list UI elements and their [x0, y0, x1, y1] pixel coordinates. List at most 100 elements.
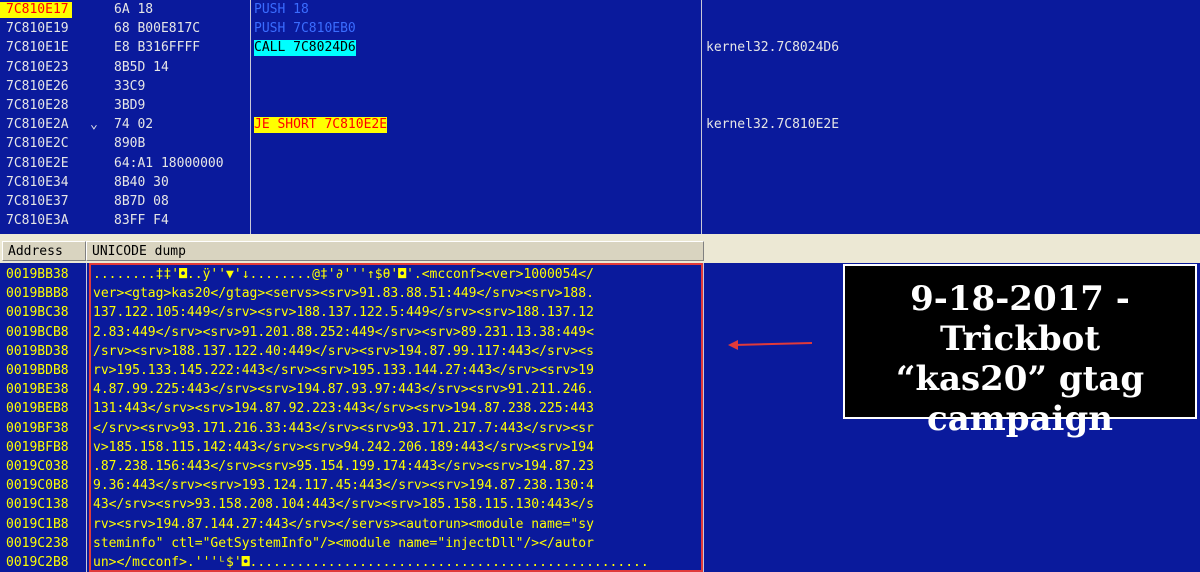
dump-text: 137.122.105:449</srv><srv>188.137.122.5:… [93, 305, 594, 321]
instruction-bytes: 6A 18 [114, 2, 154, 17]
instruction-bytes: 8B7D 08 [114, 194, 169, 209]
dump-text: ........‡‡'◘..ÿ''▼'↓........@‡'∂'''↑$θ'◘… [93, 267, 594, 282]
instruction-address: 7C810E17 [0, 2, 72, 18]
disasm-row[interactable]: 7C810E28 3BD9 [0, 98, 1200, 114]
dump-text: /srv><srv>188.137.122.40:449</srv><srv>1… [93, 343, 594, 359]
dump-row[interactable]: 0019C1B8 rv><srv>194.87.144.27:443</srv><… [0, 516, 704, 534]
dump-address: 0019C038 [6, 459, 69, 474]
instruction-mnemonic: PUSH 18 [254, 2, 309, 17]
annotation-line-1: 9-18-2017 - Trickbot [910, 279, 1130, 359]
instruction-address: 7C810E2C [6, 136, 69, 152]
arrow-icon [728, 340, 813, 350]
instruction-address: 7C810E1E [6, 40, 69, 56]
disasm-row[interactable]: 7C810E3A 83FF F4 [0, 213, 1200, 229]
dump-row[interactable]: 0019BDB8 rv>195.133.145.222:443</srv><srv… [0, 362, 704, 380]
disassembly-pane[interactable]: 7C810E17 6A 18 PUSH 18 7C810E19 68 B00E817C P… [0, 0, 1200, 234]
instruction-bytes: 64:A1 18000000 [114, 155, 224, 171]
disasm-row[interactable]: 7C810E23 8B5D 14 [0, 60, 1200, 76]
instruction-address: 7C810E3A [6, 213, 69, 229]
dump-row[interactable]: 0019C2B8 un></mcconf>.'''ᴸ$'◘............… [0, 554, 704, 572]
instruction-address: 7C810E19 [6, 21, 69, 37]
dump-text: steminfo" ctl="GetSystemInfo"/><module n… [93, 535, 594, 551]
disasm-row[interactable]: 7C810E37 8B7D 08 [0, 194, 1200, 210]
disasm-row[interactable]: 7C810E1E E8 B316FFFF CALL 7C8024D6 kernel32… [0, 40, 1200, 56]
disasm-row[interactable]: 7C810E19 68 B00E817C PUSH 7C810EB0 [0, 21, 1200, 37]
dump-row[interactable]: 0019BC38 137.122.105:449</srv><srv>188.13… [0, 304, 704, 322]
disasm-row[interactable]: 7C810E2C 890B [0, 136, 1200, 152]
dump-address: 0019BD38 [6, 343, 69, 359]
dump-address: 0019C1B8 [6, 516, 69, 532]
dump-address: 0019BEB8 [6, 401, 69, 417]
instruction-address: 7C810E2E [6, 155, 69, 171]
disasm-row[interactable]: 7C810E2E 64:A1 18000000 [0, 156, 1200, 172]
dump-address: 0019BCB8 [6, 324, 69, 340]
instruction-bytes: E8 B316FFFF [114, 40, 201, 56]
dump-text: rv>195.133.145.222:443</srv><srv>195.133… [93, 363, 594, 378]
instruction-address: 7C810E37 [6, 194, 69, 209]
dump-address: 0019BC38 [6, 305, 69, 321]
dump-text: 9.36:443</srv><srv>193.124.117.45:443</s… [93, 478, 594, 494]
dump-row[interactable]: 0019BB38 ........‡‡'◘..ÿ''▼'↓........@‡'∂… [0, 266, 704, 284]
dump-address: 0019C2B8 [6, 555, 69, 570]
dump-text: rv><srv>194.87.144.27:443</srv></servs><… [93, 516, 594, 532]
dump-row[interactable]: 0019C038 .87.238.156:443</srv><srv>95.154… [0, 458, 704, 476]
dump-text: un></mcconf>.'''ᴸ$'◘....................… [93, 555, 649, 570]
instruction-address: 7C810E23 [6, 59, 69, 75]
dump-text: .87.238.156:443</srv><srv>95.154.199.174… [93, 459, 594, 474]
disasm-row[interactable]: 7C810E34 8B40 30 [0, 175, 1200, 191]
dump-address: 0019BB38 [6, 267, 69, 282]
disasm-row[interactable]: 7C810E17 6A 18 PUSH 18 [0, 2, 1200, 18]
dump-address: 0019BFB8 [6, 439, 69, 455]
instruction-bytes: 33C9 [114, 78, 146, 94]
instruction-mnemonic: CALL 7C8024D6 [254, 40, 356, 56]
instruction-bytes: 68 B00E817C [114, 21, 201, 37]
dump-text: 2.83:449</srv><srv>91.201.88.252:449</sr… [93, 324, 594, 340]
disasm-row[interactable]: 7C810E26 33C9 [0, 79, 1200, 95]
dump-row[interactable]: 0019BEB8 131:443</srv><srv>194.87.92.223:… [0, 400, 704, 418]
dump-row[interactable]: 0019BD38/srv><srv>188.137.122.40:449</sr… [0, 343, 704, 361]
dump-text: </srv><srv>93.171.216.33:443</srv><srv>9… [93, 420, 594, 436]
address-column-header[interactable]: Address [2, 241, 86, 261]
dump-text: 4.87.99.225:443</srv><srv>194.87.93.97:4… [93, 382, 594, 398]
unicode-dump-column-header[interactable]: UNICODE dump [86, 241, 704, 261]
instruction-mnemonic: PUSH 7C810EB0 [254, 21, 356, 37]
instruction-bytes: 8B5D 14 [114, 59, 169, 75]
instruction-address: 7C810E28 [6, 98, 69, 113]
annotation-line-2: “kas20” gtag [895, 359, 1145, 399]
dump-row[interactable]: 0019BE38 4.87.99.225:443</srv><srv>194.87… [0, 381, 704, 399]
dump-row[interactable]: 0019BCB8 2.83:449</srv><srv>91.201.88.252… [0, 324, 704, 342]
dump-row[interactable]: 0019BF38 </srv><srv>93.171.216.33:443</sr… [0, 420, 704, 438]
jump-arrow-icon: ⌄ [90, 117, 98, 133]
campaign-annotation: 9-18-2017 - Trickbot “kas20” gtag campai… [843, 264, 1197, 439]
dump-address: 0019BF38 [6, 420, 69, 436]
dump-address: 0019C138 [6, 497, 69, 513]
instruction-bytes: 8B40 30 [114, 174, 169, 190]
dump-address: 0019C238 [6, 535, 69, 551]
dump-text: v>185.158.115.142:443</srv><srv>94.242.2… [93, 439, 594, 455]
instruction-bytes: 890B [114, 136, 146, 152]
dump-row[interactable]: 0019C138 43</srv><srv>93.158.208.104:443<… [0, 496, 704, 514]
instruction-comment: kernel32.7C810E2E [706, 117, 840, 133]
dump-row[interactable]: 0019BBB8 ver><gtag>kas20</gtag><servs><sr… [0, 285, 704, 303]
dump-text: 43</srv><srv>93.158.208.104:443</srv><sr… [93, 497, 594, 513]
instruction-address: 7C810E2A [6, 117, 69, 133]
dump-address: 0019BDB8 [6, 363, 69, 378]
instruction-mnemonic: JE SHORT 7C810E2E [254, 117, 388, 133]
dump-row[interactable]: 0019C0B8 9.36:443</srv><srv>193.124.117.4… [0, 477, 704, 495]
instruction-bytes: 74 02 [114, 117, 154, 133]
dump-header: Address UNICODE dump [0, 240, 1200, 263]
instruction-comment: kernel32.7C8024D6 [706, 40, 840, 56]
dump-row[interactable]: 0019BFB8 v>185.158.115.142:443</srv><srv>… [0, 439, 704, 457]
instruction-address: 7C810E34 [6, 174, 69, 190]
instruction-bytes: 83FF F4 [114, 213, 169, 229]
instruction-address: 7C810E26 [6, 78, 69, 94]
dump-address: 0019BBB8 [6, 286, 69, 302]
dump-row[interactable]: 0019C238 steminfo" ctl="GetSystemInfo"/><… [0, 535, 704, 553]
disasm-row[interactable]: 7C810E2A ⌄ 74 02 JE SHORT 7C810E2E kernel32.… [0, 117, 1200, 133]
dump-text: ver><gtag>kas20</gtag><servs><srv>91.83.… [93, 286, 594, 302]
annotation-line-3: campaign [927, 399, 1113, 439]
dump-text: 131:443</srv><srv>194.87.92.223:443</srv… [93, 401, 594, 417]
dump-address: 0019C0B8 [6, 478, 69, 494]
instruction-bytes: 3BD9 [114, 98, 146, 113]
dump-address: 0019BE38 [6, 382, 69, 398]
